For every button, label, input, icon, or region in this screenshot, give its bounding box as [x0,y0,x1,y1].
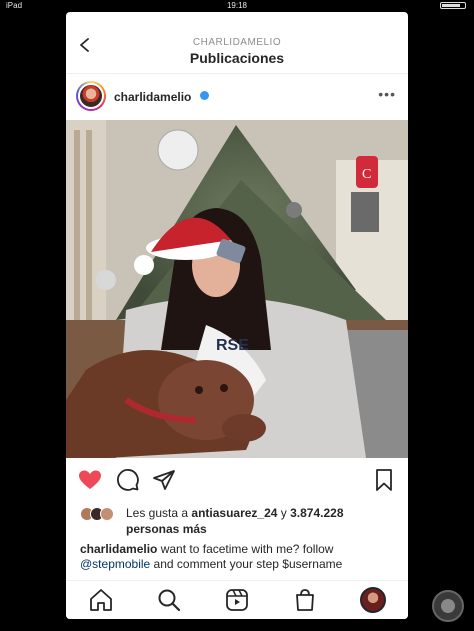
more-options-icon[interactable]: ••• [378,86,396,102]
save-bookmark-icon[interactable] [372,468,396,492]
post-actions [66,468,408,496]
liker-avatar [100,507,114,521]
post-caption: charlidamelio want to facetime with me? … [80,542,400,572]
page-title: Publicaciones [189,50,285,66]
bottom-tab-bar [66,580,408,619]
likes-text: Les gusta a antiasuarez_24 y 3.874.228 p… [126,505,396,537]
shop-icon[interactable] [292,587,318,613]
profile-avatar[interactable] [360,587,386,613]
avatar[interactable] [76,81,106,111]
likes-summary[interactable]: Les gusta a antiasuarez_24 y 3.874.228 p… [80,505,400,541]
caption-mention[interactable]: @stepmobile [80,557,150,571]
post-header: charlidamelio ••• [66,76,408,120]
tablet-frame: iPad 19:18 CHARLIDAMELIO Publicaciones c… [0,0,474,631]
likes-count[interactable]: 3.874.228 [290,506,343,520]
svg-text:C: C [362,167,371,182]
likes-prefix: Les gusta a [126,506,192,520]
search-icon[interactable] [156,587,182,613]
likes-connector: y [277,506,291,520]
home-icon[interactable] [88,587,114,613]
svg-text:RSE: RSE [216,337,249,354]
share-icon[interactable] [152,468,176,492]
comment-icon[interactable] [116,468,140,492]
caption-text-2: and comment your step $username [150,557,343,571]
battery-icon [440,2,466,9]
caption-username[interactable]: charlidamelio [80,542,157,556]
status-time: 19:18 [226,1,248,10]
nav-subtitle: CHARLIDAMELIO [192,37,282,48]
verified-badge-icon [200,91,209,100]
photo-illustration: C RSE [66,120,408,458]
status-bar: iPad 19:18 [0,0,474,12]
liker-username[interactable]: antiasuarez_24 [191,506,277,520]
reels-icon[interactable] [224,587,250,613]
post-photo[interactable]: C RSE [66,120,408,458]
top-navbar: CHARLIDAMELIO Publicaciones [66,12,408,74]
like-heart-icon[interactable] [78,468,102,492]
caption-text: want to facetime with me? follow [157,542,334,556]
instagram-screen: CHARLIDAMELIO Publicaciones charlidameli… [66,12,408,619]
post-username[interactable]: charlidamelio [114,90,191,104]
assistive-touch-button[interactable] [432,590,464,622]
likes-suffix[interactable]: personas más [126,522,207,536]
